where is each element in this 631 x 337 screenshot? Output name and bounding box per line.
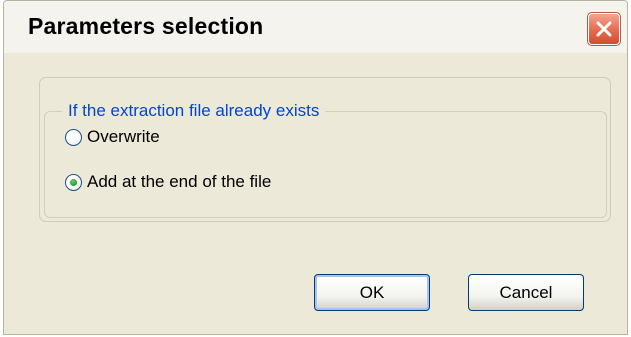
title-bar[interactable]: Parameters selection: [4, 1, 627, 53]
dialog-window: Parameters selection Overwrite Add at th…: [3, 0, 628, 335]
dialog-body: Overwrite Add at the end of the file If …: [4, 53, 627, 334]
cancel-button[interactable]: Cancel: [468, 274, 584, 311]
option-label: Add at the end of the file: [87, 172, 272, 191]
radio-icon[interactable]: [65, 173, 82, 191]
dialog-title: Parameters selection: [28, 13, 264, 39]
option-label: Overwrite: [87, 127, 160, 146]
options-frame: Overwrite Add at the end of the file If …: [39, 77, 611, 222]
groupbox-legend: If the extraction file already exists: [62, 101, 326, 121]
radio-icon[interactable]: [65, 128, 82, 146]
ok-button[interactable]: OK: [314, 274, 430, 311]
close-button[interactable]: [587, 12, 621, 46]
extraction-groupbox: Overwrite Add at the end of the file: [44, 111, 607, 218]
option-overwrite[interactable]: Overwrite: [65, 125, 160, 149]
close-icon: [596, 21, 612, 37]
option-append[interactable]: Add at the end of the file: [65, 170, 271, 194]
